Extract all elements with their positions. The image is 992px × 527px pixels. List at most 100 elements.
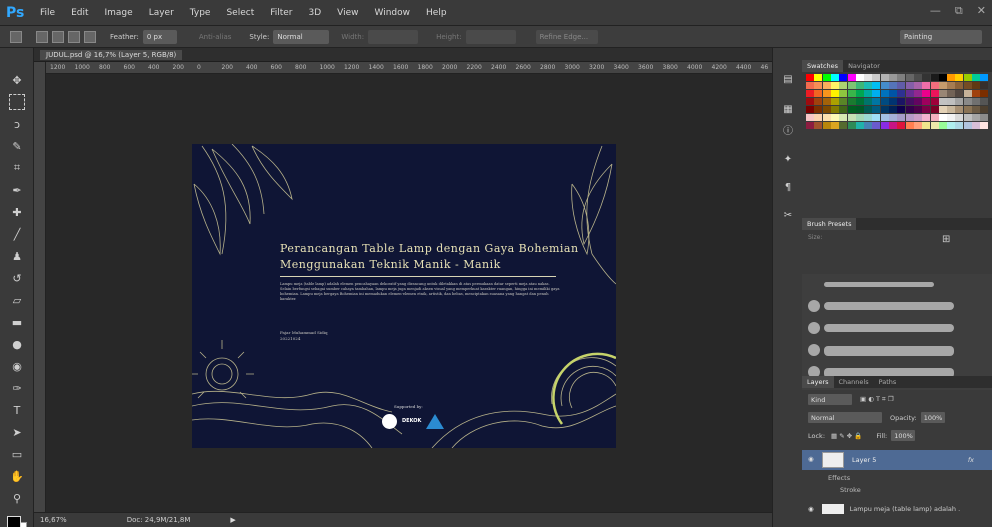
swatch[interactable]	[889, 98, 897, 105]
swatch[interactable]	[905, 122, 914, 129]
swatch[interactable]	[938, 122, 947, 129]
swatch[interactable]	[913, 106, 922, 113]
swatch[interactable]	[806, 122, 814, 129]
swatch[interactable]	[830, 90, 839, 97]
height-input[interactable]	[465, 29, 516, 44]
swatch[interactable]	[913, 82, 922, 89]
intersect-selection-icon[interactable]	[84, 30, 96, 43]
swatch[interactable]	[897, 74, 906, 81]
swatch[interactable]	[947, 106, 956, 113]
swatch[interactable]	[955, 98, 964, 105]
swatch[interactable]	[880, 82, 889, 89]
swatch[interactable]	[889, 90, 897, 97]
swatch[interactable]	[847, 74, 856, 81]
menu-view[interactable]: View	[329, 0, 366, 26]
pen-tool-icon[interactable]: ✑	[9, 380, 25, 396]
swatch[interactable]	[905, 98, 914, 105]
antialias-checkbox[interactable]: Anti-alias	[199, 33, 232, 41]
workspace-select[interactable]: Painting	[900, 30, 982, 44]
swatch[interactable]	[872, 82, 881, 89]
swatch[interactable]	[864, 122, 873, 129]
menu-image[interactable]: Image	[97, 0, 141, 26]
swatch[interactable]	[963, 90, 972, 97]
stroke-effect-row[interactable]: Stroke	[840, 486, 861, 494]
swatch[interactable]	[822, 114, 831, 121]
layer-fx-icon[interactable]: fx	[968, 456, 974, 464]
swatch[interactable]	[922, 74, 931, 81]
swatch[interactable]	[938, 98, 947, 105]
blur-tool-icon[interactable]: ●	[9, 336, 25, 352]
swatch[interactable]	[930, 106, 939, 113]
swatch[interactable]	[880, 106, 889, 113]
lasso-tool-icon[interactable]: ↄ	[9, 116, 25, 132]
swatch[interactable]	[872, 74, 881, 81]
swatch[interactable]	[847, 122, 856, 129]
swatch[interactable]	[913, 114, 922, 121]
swatch[interactable]	[806, 90, 814, 97]
foreground-color-swatch[interactable]	[7, 516, 21, 527]
eraser-tool-icon[interactable]: ▱	[9, 292, 25, 308]
document-tab[interactable]: JUDUL.psd @ 16,7% (Layer 5, RGB/8)	[40, 50, 183, 60]
swatch[interactable]	[864, 114, 873, 121]
marquee-tool-icon[interactable]	[9, 94, 25, 110]
layer-visibility-eye-icon[interactable]: ◉	[808, 505, 814, 513]
subtract-selection-icon[interactable]	[68, 30, 80, 43]
menu-type[interactable]: Type	[182, 0, 219, 26]
effects-row[interactable]: Effects	[828, 474, 850, 482]
swatch[interactable]	[922, 82, 931, 89]
type-tool-icon[interactable]: T	[9, 402, 25, 418]
rectangle-tool-icon[interactable]: ▭	[9, 446, 25, 462]
swatch[interactable]	[980, 122, 989, 129]
swatch[interactable]	[930, 74, 939, 81]
gradient-tool-icon[interactable]: ▬	[9, 314, 25, 330]
swatch[interactable]	[980, 82, 989, 89]
menu-file[interactable]: File	[32, 0, 63, 26]
swatch[interactable]	[963, 114, 972, 121]
swatch[interactable]	[963, 74, 972, 81]
adjustments-panel-icon[interactable]: ▦	[781, 102, 795, 116]
swatch[interactable]	[980, 106, 989, 113]
swatch[interactable]	[930, 98, 939, 105]
swatch[interactable]	[930, 122, 939, 129]
swatch[interactable]	[806, 98, 814, 105]
crop-tool-icon[interactable]: ⌗	[9, 160, 25, 176]
zoom-tool-icon[interactable]: ⚲	[9, 490, 25, 506]
layer-filter-kind[interactable]: Kind	[808, 394, 852, 405]
swatch[interactable]	[855, 74, 864, 81]
new-selection-icon[interactable]	[36, 30, 48, 43]
history-brush-tool-icon[interactable]: ↺	[9, 270, 25, 286]
swatch[interactable]	[972, 98, 980, 105]
swatch[interactable]	[814, 90, 823, 97]
minimize-button[interactable]: —	[930, 4, 941, 18]
swatch[interactable]	[972, 90, 980, 97]
swatch[interactable]	[872, 106, 881, 113]
tab-paths[interactable]: Paths	[874, 376, 902, 388]
swatch[interactable]	[806, 74, 814, 81]
swatch[interactable]	[822, 82, 831, 89]
swatch[interactable]	[963, 122, 972, 129]
swatch[interactable]	[855, 114, 864, 121]
swatch[interactable]	[980, 74, 989, 81]
swatch[interactable]	[947, 114, 956, 121]
swatch[interactable]	[905, 106, 914, 113]
swatch[interactable]	[830, 82, 839, 89]
swatch[interactable]	[913, 74, 922, 81]
swatch[interactable]	[839, 98, 848, 105]
swatch[interactable]	[905, 114, 914, 121]
swatch[interactable]	[864, 106, 873, 113]
swatch[interactable]	[922, 98, 931, 105]
swatch[interactable]	[889, 74, 897, 81]
swatch[interactable]	[806, 82, 814, 89]
layer-visibility-eye-icon[interactable]: ◉	[808, 455, 814, 463]
document-canvas[interactable]: Perancangan Table Lamp dengan Gaya Bohem…	[192, 144, 616, 448]
menu-3d[interactable]: 3D	[301, 0, 330, 26]
swatch[interactable]	[980, 98, 989, 105]
swatch[interactable]	[855, 82, 864, 89]
add-selection-icon[interactable]	[52, 30, 64, 43]
eyedropper-tool-icon[interactable]: ✒	[9, 182, 25, 198]
swatch[interactable]	[947, 82, 956, 89]
swatch[interactable]	[897, 122, 906, 129]
swatch[interactable]	[938, 82, 947, 89]
status-menu-arrow-icon[interactable]: ▶	[230, 516, 235, 524]
swatch[interactable]	[938, 74, 947, 81]
